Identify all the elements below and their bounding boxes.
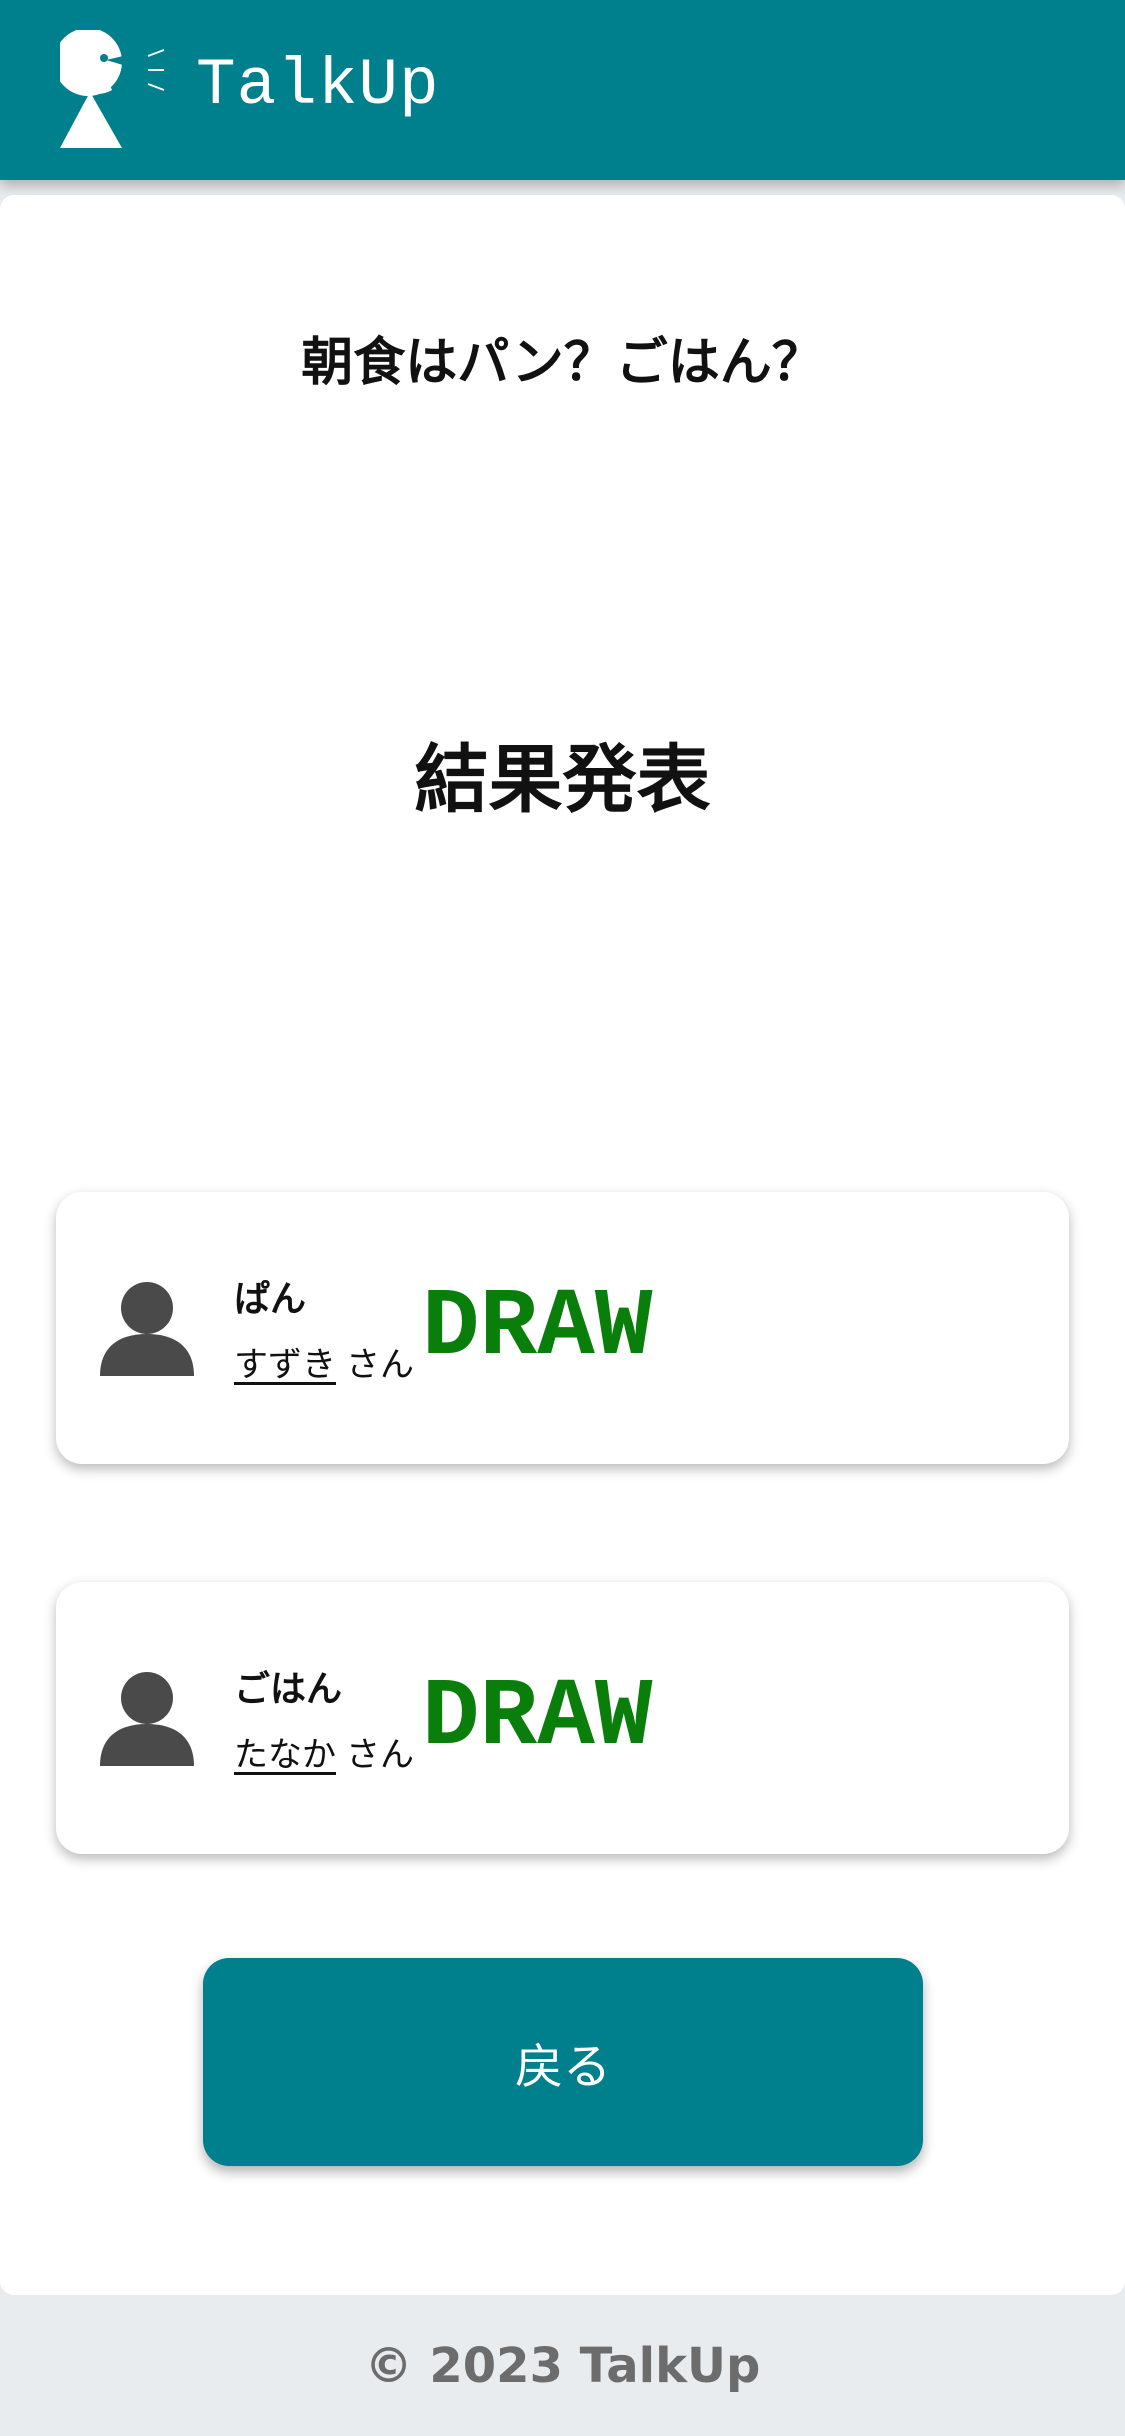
- name-suffix: さん: [346, 1345, 414, 1385]
- player-card: ぱん すずき さん DRAW: [56, 1192, 1069, 1464]
- player-name-line: たなか さん: [234, 1727, 414, 1776]
- app-name[interactable]: TalkUp: [196, 48, 440, 123]
- speaking-person-icon[interactable]: [60, 30, 170, 150]
- back-button[interactable]: 戻る: [203, 1958, 923, 2166]
- player-name-link[interactable]: たなか: [234, 1735, 336, 1775]
- player-name-line: すずき さん: [234, 1337, 414, 1386]
- player-choice: ごはん: [234, 1669, 343, 1710]
- player-card: ごはん たなか さん DRAW: [56, 1582, 1069, 1854]
- footer-copyright: © 2023 TalkUp: [364, 2338, 761, 2394]
- result-label: DRAW: [422, 1663, 653, 1772]
- player-choice: ぱん: [234, 1279, 307, 1320]
- player-name-link[interactable]: すずき: [234, 1345, 336, 1385]
- result-title: 結果発表: [414, 737, 711, 823]
- topic-question: 朝食はパン？ごはん？: [301, 333, 824, 393]
- app-header: TalkUp: [0, 0, 1125, 180]
- name-suffix: さん: [346, 1735, 414, 1775]
- user-icon: [100, 1672, 194, 1766]
- user-icon: [100, 1282, 194, 1376]
- result-label: DRAW: [422, 1273, 653, 1382]
